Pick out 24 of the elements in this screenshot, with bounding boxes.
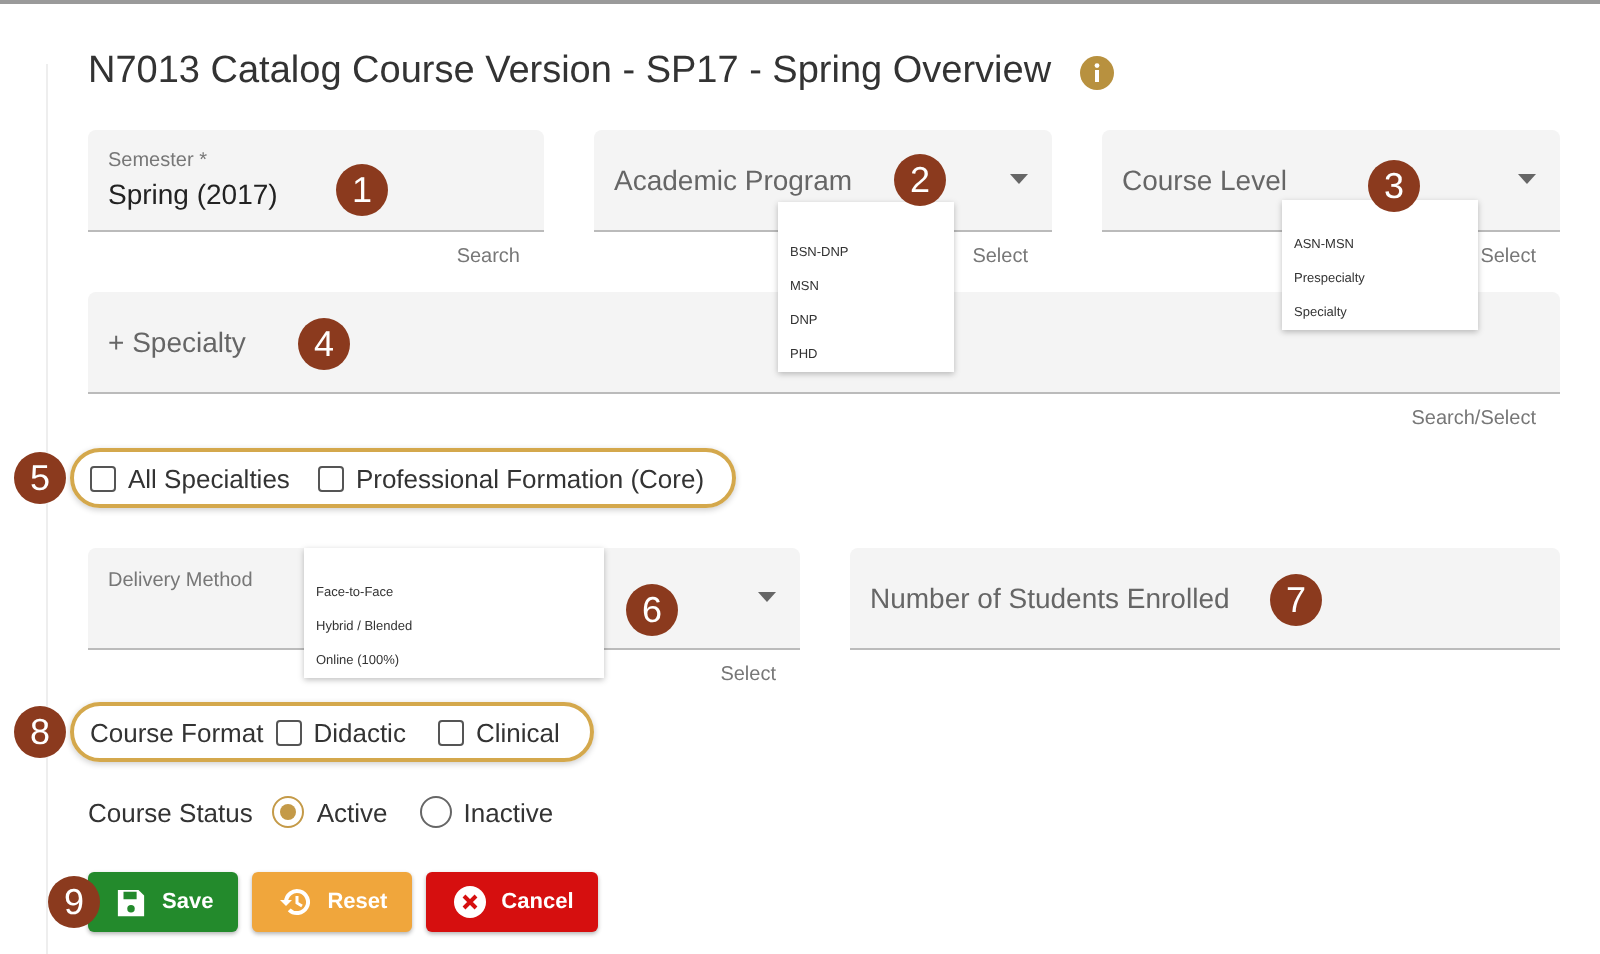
group-label: Course Status — [88, 797, 253, 827]
field-label: Semester * — [108, 150, 207, 172]
helper-text: Search/Select — [1411, 408, 1536, 432]
helper-text: Select — [1480, 246, 1536, 270]
field-label: Academic Program — [614, 164, 853, 196]
callout-number: 8 — [14, 706, 66, 758]
group-label: Course Format — [90, 717, 264, 747]
checkbox-label: All Specialties — [128, 463, 290, 493]
helper-text: Search — [456, 246, 520, 270]
checkbox-label: Clinical — [475, 717, 560, 747]
checkbox-label: Professional Formation (Core) — [355, 463, 705, 493]
helper-text: Select — [720, 664, 776, 688]
radio-label: Inactive — [463, 797, 554, 827]
field-placeholder: + Specialty — [108, 326, 246, 358]
checkbox-label: Didactic — [313, 717, 406, 747]
field-placeholder: Number of Students Enrolled — [870, 582, 1230, 614]
callout-number: 9 — [48, 876, 100, 928]
field-value: Spring (2017) — [108, 178, 278, 210]
page-title: N7013 Catalog Course Version - SP17 - Spring Overview — [88, 50, 1052, 94]
radio-label: Active — [316, 797, 388, 827]
helper-text: Select — [972, 246, 1028, 270]
callout-number: 5 — [14, 452, 66, 504]
field-label: Delivery Method — [108, 570, 253, 592]
field-label: Course Level — [1122, 164, 1287, 196]
